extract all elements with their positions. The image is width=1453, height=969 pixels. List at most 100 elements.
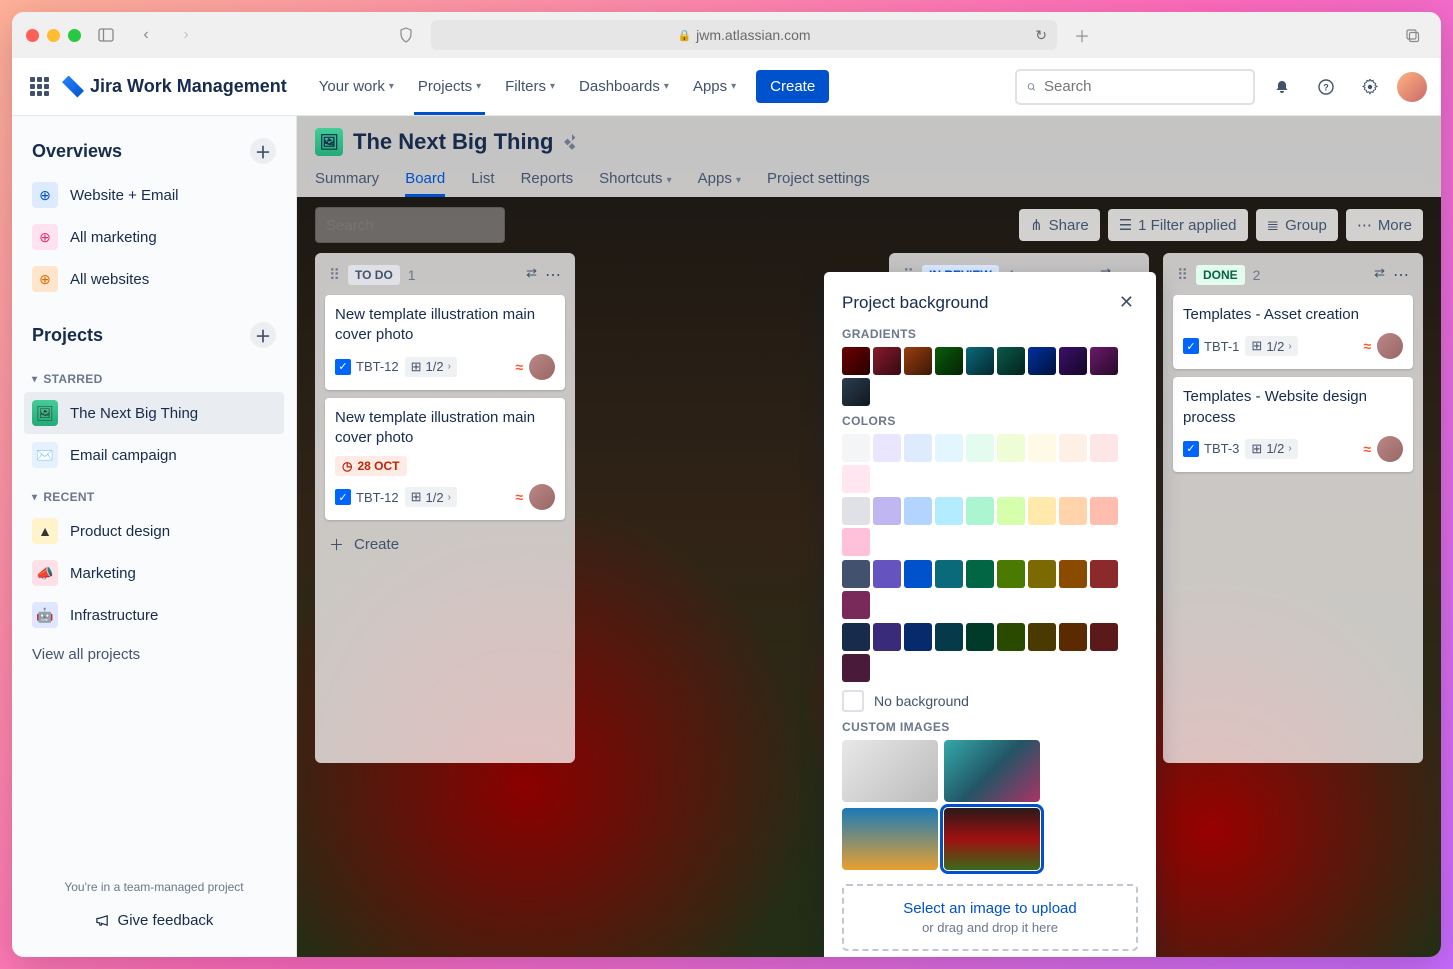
starred-header[interactable]: ▾STARRED xyxy=(24,358,284,392)
collapse-icon[interactable]: ⇄ xyxy=(1374,265,1385,285)
color-swatch[interactable] xyxy=(1028,560,1056,588)
color-swatch[interactable] xyxy=(997,497,1025,525)
close-icon[interactable]: ✕ xyxy=(1115,288,1138,317)
color-swatch[interactable] xyxy=(1090,347,1118,375)
color-swatch[interactable] xyxy=(997,347,1025,375)
color-swatch[interactable] xyxy=(873,623,901,651)
color-swatch[interactable] xyxy=(1059,434,1087,462)
sidebar-item-the-next-big-thing[interactable]: 🖼The Next Big Thing xyxy=(24,392,284,434)
color-swatch[interactable] xyxy=(842,654,870,682)
color-swatch[interactable] xyxy=(1090,434,1118,462)
color-swatch[interactable] xyxy=(1028,497,1056,525)
assignee-avatar[interactable] xyxy=(1377,436,1403,462)
sidebar-item-all-websites[interactable]: ⊕All websites xyxy=(24,258,284,300)
color-swatch[interactable] xyxy=(1059,623,1087,651)
sidebar-item-all-marketing[interactable]: ⊕All marketing xyxy=(24,216,284,258)
color-swatch[interactable] xyxy=(1059,497,1087,525)
color-swatch[interactable] xyxy=(873,497,901,525)
upload-dropzone[interactable]: Select an image to upload or drag and dr… xyxy=(842,884,1138,951)
assignee-avatar[interactable] xyxy=(1377,333,1403,359)
more-button[interactable]: ⋯More xyxy=(1346,209,1423,241)
color-swatch[interactable] xyxy=(904,347,932,375)
color-swatch[interactable] xyxy=(935,560,963,588)
tab-project-settings[interactable]: Project settings xyxy=(767,166,870,197)
tab-reports[interactable]: Reports xyxy=(521,166,574,197)
background-thumbnail[interactable] xyxy=(944,808,1040,870)
background-thumbnail[interactable] xyxy=(842,808,938,870)
color-swatch[interactable] xyxy=(997,623,1025,651)
tab-list[interactable]: List xyxy=(471,166,494,197)
close-window[interactable] xyxy=(26,29,39,42)
new-tab-icon[interactable]: ＋ xyxy=(1067,20,1097,50)
color-swatch[interactable] xyxy=(904,560,932,588)
assignee-avatar[interactable] xyxy=(529,484,555,510)
product-logo[interactable]: Jira Work Management xyxy=(62,76,287,98)
color-swatch[interactable] xyxy=(966,347,994,375)
collapse-icon[interactable]: ⇄ xyxy=(526,265,537,285)
color-swatch[interactable] xyxy=(935,347,963,375)
color-swatch[interactable] xyxy=(842,347,870,375)
add-project-button[interactable]: ＋ xyxy=(250,322,276,348)
no-background-option[interactable]: No background xyxy=(842,690,1138,712)
url-bar[interactable]: 🔒 jwm.atlassian.com ↻ xyxy=(431,20,1057,50)
group-button[interactable]: ≣Group xyxy=(1256,209,1338,241)
tab-board[interactable]: Board xyxy=(405,166,445,197)
drag-handle-icon[interactable]: ⠿ xyxy=(1177,266,1188,284)
shield-icon[interactable] xyxy=(391,20,421,50)
assignee-avatar[interactable] xyxy=(529,354,555,380)
color-swatch[interactable] xyxy=(935,623,963,651)
view-all-projects-link[interactable]: View all projects xyxy=(24,636,284,673)
color-swatch[interactable] xyxy=(842,560,870,588)
color-swatch[interactable] xyxy=(935,434,963,462)
reload-icon[interactable]: ↻ xyxy=(1035,27,1047,44)
search-input[interactable] xyxy=(1044,78,1243,95)
recent-header[interactable]: ▾RECENT xyxy=(24,476,284,510)
background-thumbnail[interactable] xyxy=(944,740,1040,802)
sidebar-item-email-campaign[interactable]: ✉️Email campaign xyxy=(24,434,284,476)
color-swatch[interactable] xyxy=(842,528,870,556)
color-swatch[interactable] xyxy=(997,560,1025,588)
nav-projects[interactable]: Projects▾ xyxy=(408,72,491,101)
color-swatch[interactable] xyxy=(873,347,901,375)
color-swatch[interactable] xyxy=(1028,623,1056,651)
card-tbt-3[interactable]: Templates - Website design process✓TBT-3… xyxy=(1173,377,1413,472)
color-swatch[interactable] xyxy=(904,623,932,651)
color-swatch[interactable] xyxy=(966,623,994,651)
board-search[interactable] xyxy=(315,207,505,243)
app-switcher-icon[interactable] xyxy=(26,74,52,100)
column-more-icon[interactable]: ⋯ xyxy=(545,265,561,285)
nav-filters[interactable]: Filters▾ xyxy=(495,72,565,101)
background-thumbnail[interactable] xyxy=(842,740,938,802)
color-swatch[interactable] xyxy=(873,560,901,588)
card-tbt-12[interactable]: New template illustration main cover pho… xyxy=(325,398,565,521)
tab-summary[interactable]: Summary xyxy=(315,166,379,197)
give-feedback-button[interactable]: Give feedback xyxy=(24,902,284,939)
drag-handle-icon[interactable]: ⠿ xyxy=(329,266,340,284)
color-swatch[interactable] xyxy=(1028,434,1056,462)
share-button[interactable]: ⋔Share xyxy=(1019,209,1100,241)
color-swatch[interactable] xyxy=(1090,623,1118,651)
color-swatch[interactable] xyxy=(904,497,932,525)
color-swatch[interactable] xyxy=(873,434,901,462)
color-swatch[interactable] xyxy=(997,434,1025,462)
color-swatch[interactable] xyxy=(842,434,870,462)
color-swatch[interactable] xyxy=(842,623,870,651)
nav-dashboards[interactable]: Dashboards▾ xyxy=(569,72,679,101)
sidebar-item-product-design[interactable]: ▲Product design xyxy=(24,510,284,552)
tab-shortcuts[interactable]: Shortcuts ▾ xyxy=(599,166,672,197)
create-card-button[interactable]: ＋Create xyxy=(325,528,565,561)
color-swatch[interactable] xyxy=(935,497,963,525)
sidebar-item-marketing[interactable]: 📣Marketing xyxy=(24,552,284,594)
user-avatar[interactable] xyxy=(1397,72,1427,102)
global-search[interactable] xyxy=(1015,69,1255,105)
sidebar-item-infrastructure[interactable]: 🤖Infrastructure xyxy=(24,594,284,636)
color-swatch[interactable] xyxy=(1059,560,1087,588)
color-swatch[interactable] xyxy=(904,434,932,462)
create-button[interactable]: Create xyxy=(756,70,829,103)
column-more-icon[interactable]: ⋯ xyxy=(1393,265,1409,285)
nav-your-work[interactable]: Your work▾ xyxy=(309,72,404,101)
card-tbt-12[interactable]: New template illustration main cover pho… xyxy=(325,295,565,390)
color-swatch[interactable] xyxy=(1090,497,1118,525)
sidebar-item-website-email[interactable]: ⊕Website + Email xyxy=(24,174,284,216)
minimize-window[interactable] xyxy=(47,29,60,42)
